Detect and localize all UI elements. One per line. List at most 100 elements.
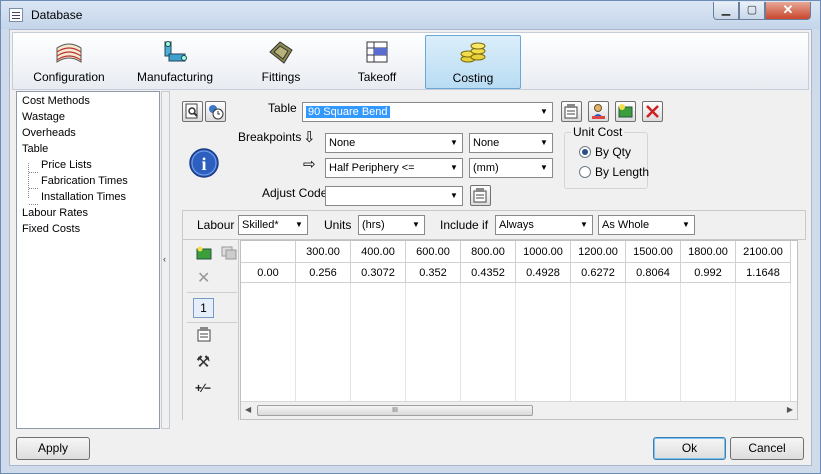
table-cell[interactable]: 0.4928 xyxy=(516,263,571,283)
table-cell[interactable]: 0.4352 xyxy=(461,263,516,283)
table-cell[interactable]: 0.6272 xyxy=(571,263,626,283)
title-bar[interactable]: Database ▁ ▢ ✕ xyxy=(1,1,820,29)
table-cell[interactable]: 0.8064 xyxy=(626,263,681,283)
properties-icon[interactable] xyxy=(196,326,213,343)
radio-by-qty[interactable]: By Qty xyxy=(579,145,631,159)
nav-item-wastage[interactable]: Wastage xyxy=(22,111,65,123)
chevron-down-icon[interactable]: ▼ xyxy=(576,216,592,234)
column-header[interactable]: 1800.00 xyxy=(681,241,736,263)
edit-adjust-code-button[interactable] xyxy=(470,185,491,206)
nav-item-fixed-costs[interactable]: Fixed Costs xyxy=(22,223,80,235)
properties-icon xyxy=(564,104,578,119)
column-header[interactable]: 600.00 xyxy=(406,241,461,263)
column-header[interactable]: 1200.00 xyxy=(571,241,626,263)
tab-manufacturing[interactable]: Manufacturing xyxy=(125,35,225,89)
user-icon xyxy=(592,104,605,119)
chevron-down-icon[interactable]: ▼ xyxy=(536,134,552,152)
radio-by-length[interactable]: By Length xyxy=(579,165,649,179)
chevron-down-icon[interactable]: ▼ xyxy=(536,159,552,177)
table-label: Table xyxy=(268,101,297,115)
chevron-down-icon[interactable]: ▼ xyxy=(536,103,552,121)
coins-icon xyxy=(460,42,486,63)
adjust-code-select[interactable]: ▼ xyxy=(325,186,463,206)
assign-user-button[interactable] xyxy=(588,101,609,122)
breakpoint-1-unit-select[interactable]: None ▼ xyxy=(469,133,553,153)
table-cell[interactable]: 0.3072 xyxy=(351,263,406,283)
table-cell[interactable]: 0.256 xyxy=(296,263,351,283)
history-button[interactable] xyxy=(205,101,226,122)
tab-fittings[interactable]: Fittings xyxy=(235,35,327,89)
window-title: Database xyxy=(31,8,83,22)
chevron-down-icon[interactable]: ▼ xyxy=(446,187,462,205)
column-header[interactable]: 400.00 xyxy=(351,241,406,263)
plus-minus-icon[interactable]: +∕− xyxy=(195,381,211,395)
delete-row-icon[interactable]: ✕ xyxy=(197,268,210,288)
scroll-left-icon[interactable]: ◀ xyxy=(245,405,251,414)
as-whole-select[interactable]: As Whole ▼ xyxy=(598,215,695,235)
nav-item-price-lists[interactable]: Price Lists xyxy=(41,159,92,171)
labour-select[interactable]: Skilled* ▼ xyxy=(238,215,308,235)
breakpoint-grid[interactable]: 300.00 400.00 600.00 800.00 1000.00 1200.00 15… xyxy=(240,240,798,420)
nav-item-overheads[interactable]: Overheads xyxy=(22,127,76,139)
table-cell[interactable]: 0.992 xyxy=(681,263,736,283)
scroll-thumb[interactable]: III xyxy=(257,405,533,416)
radio-dot[interactable] xyxy=(579,166,591,178)
add-column-icon[interactable] xyxy=(196,246,212,260)
book-stack-icon xyxy=(56,43,82,63)
cancel-button[interactable]: Cancel xyxy=(730,437,804,460)
tab-configuration[interactable]: Configuration xyxy=(23,35,115,89)
chevron-down-icon[interactable]: ▼ xyxy=(408,216,424,234)
tool-divider xyxy=(187,322,237,323)
radio-dot-selected[interactable] xyxy=(579,146,591,158)
row-header[interactable]: 0.00 xyxy=(241,263,296,283)
breakpoint-1-select[interactable]: None ▼ xyxy=(325,133,463,153)
column-header[interactable]: 300.00 xyxy=(296,241,351,263)
column-header[interactable]: 1500.00 xyxy=(626,241,681,263)
close-window-button[interactable]: ✕ xyxy=(765,2,811,20)
table-cell[interactable]: 1.1648 xyxy=(736,263,791,283)
tab-takeoff[interactable]: Takeoff xyxy=(331,35,423,89)
column-header[interactable]: 1000.00 xyxy=(516,241,571,263)
chevron-down-icon[interactable]: ▼ xyxy=(678,216,694,234)
tree-connector xyxy=(29,188,38,189)
nav-item-fabrication-times[interactable]: Fabrication Times xyxy=(41,175,128,187)
units-select[interactable]: (hrs) ▼ xyxy=(358,215,425,235)
chevron-down-icon[interactable]: ▼ xyxy=(291,216,307,234)
ok-button[interactable]: Ok xyxy=(653,437,726,460)
table-select[interactable]: 90 Square Bend ▼ xyxy=(302,102,553,122)
nav-item-labour-rates[interactable]: Labour Rates xyxy=(22,207,88,219)
scroll-right-icon[interactable]: ▶ xyxy=(787,405,793,414)
hammer-icon[interactable]: ⚒ xyxy=(196,352,210,372)
preview-button[interactable] xyxy=(182,101,203,122)
nav-item-cost-methods[interactable]: Cost Methods xyxy=(22,95,90,107)
delete-table-button[interactable] xyxy=(642,101,663,122)
collapse-chevron-icon[interactable]: ‹ xyxy=(163,254,166,264)
database-app-icon xyxy=(9,8,23,22)
horizontal-scrollbar[interactable]: ◀ III ▶ xyxy=(241,401,797,419)
nav-item-installation-times[interactable]: Installation Times xyxy=(41,191,126,203)
apply-button[interactable]: Apply xyxy=(16,437,90,460)
maximize-button[interactable]: ▢ xyxy=(739,2,765,20)
chevron-down-icon[interactable]: ▼ xyxy=(446,159,462,177)
copy-grid-icon[interactable] xyxy=(221,246,237,260)
grid-line xyxy=(405,283,406,401)
as-whole-value: As Whole xyxy=(602,219,650,231)
column-header[interactable]: 2100.00 xyxy=(736,241,791,263)
breakpoint-2-select[interactable]: Half Periphery <= ▼ xyxy=(325,158,463,178)
grid-line xyxy=(625,283,626,401)
chevron-down-icon[interactable]: ▼ xyxy=(446,134,462,152)
add-table-button[interactable] xyxy=(615,101,636,122)
column-header[interactable]: 800.00 xyxy=(461,241,516,263)
tab-costing[interactable]: Costing xyxy=(425,35,521,89)
unit-one-button[interactable]: 1 xyxy=(193,298,214,318)
minimize-button[interactable]: ▁ xyxy=(713,2,739,20)
include-if-select[interactable]: Always ▼ xyxy=(495,215,593,235)
panel-splitter[interactable]: ‹ xyxy=(161,91,170,429)
database-window: Database ▁ ▢ ✕ Configuration Manufacturi… xyxy=(0,0,821,474)
fitting-icon xyxy=(269,41,293,64)
nav-item-table[interactable]: Table xyxy=(22,143,48,155)
table-cell[interactable]: 0.352 xyxy=(406,263,461,283)
grid-line xyxy=(735,283,736,401)
edit-table-button[interactable] xyxy=(561,101,582,122)
breakpoint-2-unit-select[interactable]: (mm) ▼ xyxy=(469,158,553,178)
